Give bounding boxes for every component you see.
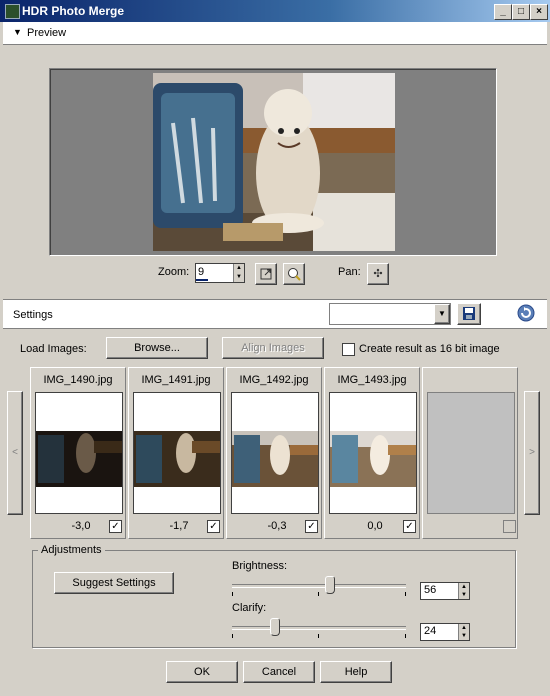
align-images-button[interactable]: Align Images [222,337,324,359]
thumbnail-card[interactable]: IMG_1491.jpg -1,7 ✓ [128,367,224,539]
include-checkbox[interactable]: ✓ [305,520,318,533]
pan-icon[interactable]: ✣ [367,263,389,285]
minimize-button[interactable]: _ [494,4,512,20]
pan-label: Pan: [338,266,361,278]
zoom-label: Zoom: [158,266,190,278]
create-16bit-checkbox[interactable] [342,343,355,356]
exposure-value: -0,3 [267,520,287,532]
clarify-spin-arrows[interactable]: ▲ ▼ [458,624,469,640]
clarify-label: Clarify: [232,602,267,614]
preview-pane[interactable] [49,68,497,256]
exposure-value: -3,0 [71,520,91,532]
reset-icon[interactable] [515,303,537,323]
settings-header: Settings ▼ [3,299,547,329]
thumbnail-card[interactable]: IMG_1490.jpg -3,0 ✓ [30,367,126,539]
close-button[interactable]: × [530,4,548,20]
include-checkbox[interactable]: ✓ [109,520,122,533]
clarify-spinner[interactable]: 24 ▲ ▼ [420,623,470,641]
thumbnail-image [133,392,221,514]
empty-slot-checkbox [503,520,516,533]
zoom-caret [196,279,208,281]
preview-header[interactable]: ▼ Preview [3,22,547,45]
settings-label: Settings [13,309,53,321]
empty-thumbnail-image [427,392,515,514]
thumbnail-card[interactable]: IMG_1493.jpg 0,0 ✓ [324,367,420,539]
brightness-ticks [232,592,406,596]
clarify-track [232,626,406,630]
chevron-down-icon[interactable]: ▼ [434,304,450,324]
thumbnail-filename: IMG_1492.jpg [239,374,309,386]
maximize-button[interactable]: □ [512,4,530,20]
thumbnail-image [329,392,417,514]
thumbnail-image [231,392,319,514]
help-button[interactable]: Help [320,661,392,683]
zoom-tool-icon[interactable] [283,263,305,285]
scroll-right-button[interactable]: > [524,391,540,515]
thumbnail-filename: IMG_1490.jpg [43,374,113,386]
empty-thumbnail-slot [422,367,518,539]
include-checkbox[interactable]: ✓ [403,520,416,533]
preview-label: Preview [27,27,67,39]
clarify-slider-thumb[interactable] [269,618,280,636]
suggest-settings-button[interactable]: Suggest Settings [54,572,174,594]
clarify-ticks [232,634,406,638]
brightness-label: Brightness: [232,560,288,572]
exposure-value: 0,0 [367,520,383,532]
app-icon [5,4,20,19]
thumbnail-filename: IMG_1491.jpg [141,374,211,386]
thumbnail-filename: IMG_1493.jpg [337,374,407,386]
collapse-arrow-icon: ▼ [13,27,22,37]
scroll-left-button[interactable]: < [7,391,23,515]
brightness-spinner[interactable]: 56 ▲ ▼ [420,582,470,600]
fit-to-window-icon[interactable] [255,263,277,285]
title-bar: HDR Photo Merge _ □ × [0,0,550,22]
browse-button[interactable]: Browse... [106,337,208,359]
adjustments-label: Adjustments [38,544,105,556]
create-16bit-label: Create result as 16 bit image [359,343,500,355]
brightness-track [232,584,406,588]
thumbnail-image [35,392,123,514]
zoom-spinner[interactable]: 9 ▲ ▼ [195,263,245,283]
save-preset-icon[interactable] [457,303,481,325]
brightness-value: 56 [424,584,437,596]
load-images-label: Load Images: [20,343,87,355]
include-checkbox[interactable]: ✓ [207,520,220,533]
exposure-value: -1,7 [169,520,189,532]
preset-dropdown[interactable]: ▼ [329,303,451,325]
brightness-spin-arrows[interactable]: ▲ ▼ [458,583,469,599]
preview-image [153,73,395,251]
brightness-slider-thumb[interactable] [325,576,336,594]
clarify-value: 24 [424,625,437,637]
thumbnail-card[interactable]: IMG_1492.jpg -0,3 ✓ [226,367,322,539]
cancel-button[interactable]: Cancel [243,661,315,683]
window-title: HDR Photo Merge [22,4,124,18]
zoom-value: 9 [198,266,205,278]
zoom-spin-arrows[interactable]: ▲ ▼ [233,264,244,282]
ok-button[interactable]: OK [166,661,238,683]
